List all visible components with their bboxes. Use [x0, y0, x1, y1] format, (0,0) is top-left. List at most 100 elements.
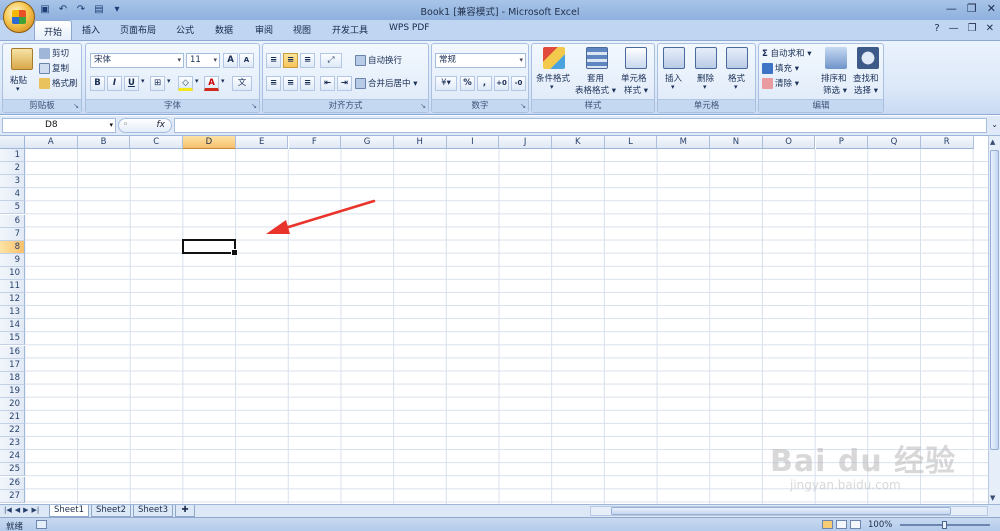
- row-header-7[interactable]: 7: [0, 227, 25, 241]
- align-middle-button[interactable]: ≡: [283, 53, 298, 68]
- sheet-tab-sheet3[interactable]: Sheet3: [133, 505, 173, 517]
- first-sheet-icon[interactable]: |◀: [4, 506, 12, 514]
- column-header-j[interactable]: J: [499, 136, 552, 149]
- conditional-format-dropdown-icon[interactable]: ▾: [550, 83, 554, 91]
- macro-record-icon[interactable]: [36, 520, 47, 529]
- insert-cells-icon[interactable]: [663, 47, 685, 69]
- formula-expand-icon[interactable]: ◦: [123, 119, 128, 132]
- align-right-button[interactable]: ≡: [300, 76, 315, 91]
- currency-button[interactable]: ¥▾: [435, 76, 457, 91]
- name-box[interactable]: D8 ▾: [2, 118, 116, 133]
- column-header-i[interactable]: I: [446, 136, 500, 149]
- font-launcher-icon[interactable]: ↘: [251, 102, 257, 110]
- insert-sheet-icon[interactable]: ✚: [175, 505, 195, 517]
- align-center-button[interactable]: ≡: [283, 76, 298, 91]
- sort-filter-label-1[interactable]: 排序和: [821, 72, 847, 84]
- row-header-16[interactable]: 16: [0, 345, 25, 359]
- cut-button[interactable]: 剪切: [39, 47, 69, 59]
- borders-button[interactable]: ⊞: [150, 76, 165, 91]
- insert-cells-dropdown-icon[interactable]: ▾: [671, 83, 675, 91]
- clipboard-launcher-icon[interactable]: ↘: [73, 102, 79, 110]
- formula-bar-expand-icon[interactable]: ⌄: [991, 120, 998, 129]
- cell-styles-icon[interactable]: [625, 47, 647, 69]
- comma-button[interactable]: ,: [477, 76, 492, 91]
- row-header-18[interactable]: 18: [0, 371, 25, 385]
- align-left-button[interactable]: ≡: [266, 76, 281, 91]
- column-header-d[interactable]: D: [183, 136, 236, 149]
- row-header-27[interactable]: 27: [0, 489, 25, 503]
- bold-button[interactable]: B: [90, 76, 105, 91]
- table-format-button[interactable]: 表格格式 ▾: [575, 84, 616, 96]
- scroll-up-icon[interactable]: ▲: [990, 138, 995, 146]
- row-header-8[interactable]: 8: [0, 240, 25, 254]
- increase-decimal-button[interactable]: +0: [494, 76, 509, 91]
- row-header-1[interactable]: 1: [0, 149, 25, 162]
- row-header-12[interactable]: 12: [0, 293, 25, 307]
- row-header-14[interactable]: 14: [0, 319, 25, 333]
- tab-data[interactable]: 数据: [215, 23, 233, 36]
- close-icon[interactable]: ✕: [987, 2, 996, 15]
- horizontal-scrollbar[interactable]: [590, 506, 988, 516]
- normal-view-icon[interactable]: [822, 520, 833, 529]
- italic-button[interactable]: I: [107, 76, 122, 91]
- row-header-24[interactable]: 24: [0, 450, 25, 464]
- paste-dropdown-icon[interactable]: ▾: [16, 85, 20, 93]
- format-cells-dropdown-icon[interactable]: ▾: [734, 83, 738, 91]
- format-cells-icon[interactable]: [726, 47, 748, 69]
- decrease-indent-button[interactable]: ⇤: [320, 76, 335, 91]
- row-header-22[interactable]: 22: [0, 424, 25, 438]
- find-select-button[interactable]: 选择 ▾: [854, 84, 878, 96]
- vertical-scroll-thumb[interactable]: [990, 150, 999, 450]
- sheet-tab-sheet2[interactable]: Sheet2: [91, 505, 131, 517]
- zoom-slider[interactable]: [900, 521, 990, 529]
- row-header-23[interactable]: 23: [0, 437, 25, 451]
- minimize-icon[interactable]: —: [946, 2, 957, 15]
- workbook-close-icon[interactable]: ✕: [986, 23, 994, 34]
- tab-wps-pdf[interactable]: WPS PDF: [389, 23, 429, 33]
- table-format-icon[interactable]: [586, 47, 608, 69]
- zoom-slider-knob[interactable]: [942, 521, 947, 529]
- row-header-4[interactable]: 4: [0, 188, 25, 202]
- grow-font-button[interactable]: A: [223, 53, 238, 68]
- font-color-dropdown-icon[interactable]: ▾: [221, 77, 225, 85]
- row-header-20[interactable]: 20: [0, 397, 25, 411]
- column-header-h[interactable]: H: [393, 136, 447, 149]
- column-header-r[interactable]: R: [920, 136, 974, 149]
- phonetic-button[interactable]: 文: [232, 76, 252, 91]
- cell-styles-button[interactable]: 样式 ▾: [624, 84, 648, 96]
- column-header-e[interactable]: E: [235, 136, 289, 149]
- active-cell-d8[interactable]: [182, 239, 238, 256]
- row-header-10[interactable]: 10: [0, 266, 25, 280]
- tab-formulas[interactable]: 公式: [176, 23, 194, 36]
- row-header-25[interactable]: 25: [0, 463, 25, 477]
- column-header-f[interactable]: F: [288, 136, 342, 149]
- clear-button[interactable]: 清除 ▾: [762, 77, 799, 89]
- row-header-6[interactable]: 6: [0, 214, 25, 228]
- align-bottom-button[interactable]: ≡: [300, 53, 315, 68]
- number-launcher-icon[interactable]: ↘: [520, 102, 526, 110]
- number-format-select[interactable]: 常规 ▾: [435, 53, 526, 68]
- horizontal-scroll-thumb[interactable]: [611, 507, 951, 515]
- prev-sheet-icon[interactable]: ◀: [15, 506, 20, 514]
- formula-input[interactable]: [174, 118, 987, 133]
- tab-developer[interactable]: 开发工具: [332, 23, 368, 36]
- autosum-button[interactable]: Σ 自动求和 ▾: [762, 47, 812, 59]
- paste-icon[interactable]: [11, 48, 33, 70]
- select-all-button[interactable]: [0, 136, 25, 149]
- increase-indent-button[interactable]: ⇥: [337, 76, 352, 91]
- delete-cells-dropdown-icon[interactable]: ▾: [703, 83, 707, 91]
- column-header-l[interactable]: L: [604, 136, 658, 149]
- insert-function-button[interactable]: fx: [157, 119, 166, 132]
- row-header-11[interactable]: 11: [0, 280, 25, 293]
- fill-button[interactable]: 填充 ▾: [762, 62, 799, 74]
- ribbon-minimize-icon[interactable]: —: [949, 23, 959, 34]
- shrink-font-button[interactable]: A: [239, 53, 254, 68]
- row-header-26[interactable]: 26: [0, 476, 25, 490]
- binoculars-icon[interactable]: [857, 47, 879, 69]
- font-color-button[interactable]: A: [204, 76, 219, 91]
- row-header-15[interactable]: 15: [0, 332, 25, 346]
- fill-color-button[interactable]: ◇: [178, 76, 193, 91]
- column-header-k[interactable]: K: [552, 136, 605, 149]
- sort-filter-icon[interactable]: [825, 47, 847, 69]
- column-header-b[interactable]: B: [77, 136, 131, 149]
